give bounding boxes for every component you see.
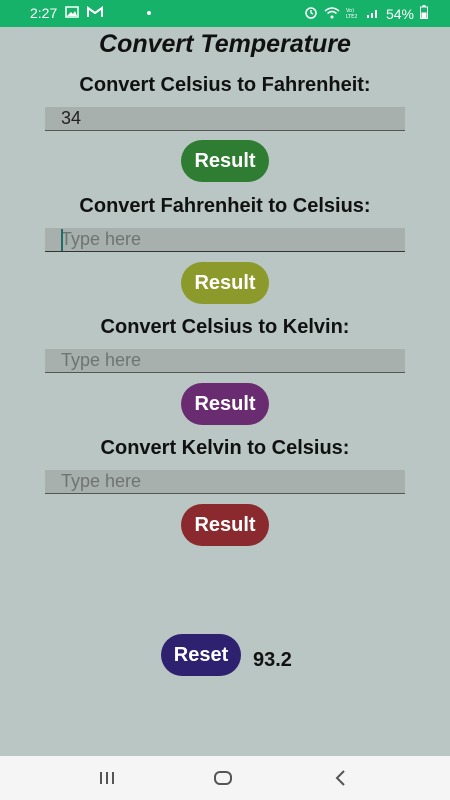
- svg-text:LTE2: LTE2: [346, 14, 358, 19]
- back-icon[interactable]: [331, 768, 351, 788]
- wifi-icon: [324, 6, 340, 22]
- fahrenheit-to-celsius-input[interactable]: [45, 228, 405, 252]
- celsius-to-kelvin-result-button[interactable]: Result: [181, 383, 269, 425]
- gallery-icon: [65, 5, 79, 21]
- battery-percent: 54%: [385, 5, 414, 22]
- kelvin-to-celsius-result-button[interactable]: Result: [181, 504, 269, 546]
- celsius-to-fahrenheit-label: Convert Celsius to Fahrenheit:: [79, 74, 371, 96]
- page-title: Convert Temperature: [99, 30, 351, 58]
- home-icon[interactable]: [213, 768, 233, 788]
- celsius-to-kelvin-input[interactable]: [45, 349, 405, 373]
- gmail-icon: [87, 5, 104, 21]
- status-time: 2:27: [30, 5, 58, 21]
- notification-dot-icon: [147, 11, 152, 15]
- kelvin-to-celsius-label: Convert Kelvin to Celsius:: [100, 437, 350, 459]
- fahrenheit-to-celsius-label: Convert Fahrenheit to Celsius:: [79, 195, 371, 217]
- recent-apps-icon[interactable]: [97, 768, 117, 788]
- celsius-to-fahrenheit-result-button[interactable]: Result: [181, 140, 269, 182]
- kelvin-to-celsius-input[interactable]: [45, 470, 405, 494]
- result-value: 93.2: [253, 649, 292, 671]
- volte-icon: Vo) LTE2: [346, 6, 360, 22]
- alarm-icon: [304, 5, 318, 22]
- celsius-to-kelvin-label: Convert Celsius to Kelvin:: [100, 316, 350, 338]
- navigation-bar: [0, 756, 450, 800]
- text-cursor: [61, 229, 63, 251]
- reset-button[interactable]: Reset: [161, 634, 241, 676]
- celsius-to-fahrenheit-input[interactable]: [45, 107, 405, 131]
- signal-icon: [366, 6, 380, 22]
- status-bar: 2:27 Vo) LTE2 54%: [0, 0, 450, 27]
- battery-icon: [420, 5, 428, 22]
- fahrenheit-to-celsius-result-button[interactable]: Result: [181, 262, 269, 304]
